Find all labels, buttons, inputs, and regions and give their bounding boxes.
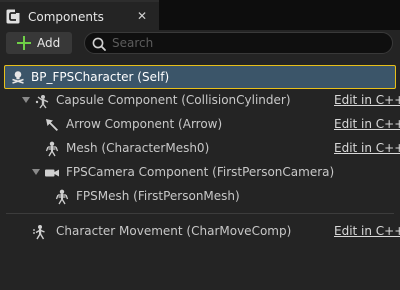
add-component-button[interactable]: Add	[6, 32, 72, 54]
edit-in-cpp-link[interactable]: Edit in C++	[334, 93, 400, 107]
skeletal-mesh-icon	[54, 189, 70, 205]
tab-components[interactable]: Components ✕	[0, 0, 159, 30]
close-icon[interactable]: ✕	[137, 9, 147, 23]
tree-item-label: FPSCamera Component (FirstPersonCamera)	[66, 165, 335, 179]
chevron-down-icon[interactable]	[22, 97, 30, 103]
search-box[interactable]	[84, 32, 393, 54]
blueprint-icon	[6, 9, 20, 24]
edit-in-cpp-link[interactable]: Edit in C++	[334, 141, 400, 155]
tree-item-label: Mesh (CharacterMesh0)	[66, 141, 210, 155]
camera-icon	[44, 165, 60, 181]
tree-item-character-movement[interactable]: Character Movement (CharMoveComp) Edit i…	[0, 221, 400, 243]
arrow-icon	[44, 117, 60, 133]
skeletal-mesh-icon	[44, 141, 60, 157]
chevron-down-icon[interactable]	[32, 169, 40, 175]
divider	[6, 213, 394, 214]
tree-item-arrow[interactable]: Arrow Component (Arrow) Edit in C++	[0, 114, 400, 136]
search-input[interactable]	[112, 35, 382, 51]
tree-item-label: Character Movement (CharMoveComp)	[56, 224, 292, 238]
tree-root-self[interactable]: BP_FPSCharacter (Self)	[4, 65, 396, 89]
movement-icon	[32, 224, 48, 240]
tree-item-camera[interactable]: FPSCamera Component (FirstPersonCamera)	[0, 162, 400, 184]
tab-title: Components	[28, 10, 104, 24]
plus-icon	[17, 36, 31, 50]
tree-item-label: Arrow Component (Arrow)	[66, 117, 223, 131]
tree-item-label: FPSMesh (FirstPersonMesh)	[76, 189, 240, 203]
add-button-label: Add	[37, 36, 61, 50]
tree-item-mesh[interactable]: Mesh (CharacterMesh0) Edit in C++	[0, 138, 400, 160]
tree-item-capsule[interactable]: Capsule Component (CollisionCylinder) Ed…	[0, 90, 400, 112]
capsule-icon	[34, 93, 50, 109]
edit-in-cpp-link[interactable]: Edit in C++	[334, 117, 400, 131]
edit-in-cpp-link[interactable]: Edit in C++	[334, 224, 400, 238]
root-label: BP_FPSCharacter (Self)	[31, 70, 170, 84]
title-bar: Components ✕	[0, 0, 400, 30]
tree-item-fpsmesh[interactable]: FPSMesh (FirstPersonMesh)	[0, 186, 400, 208]
search-icon	[91, 36, 107, 52]
tree-item-label: Capsule Component (CollisionCylinder)	[56, 93, 291, 107]
character-icon	[11, 70, 25, 84]
